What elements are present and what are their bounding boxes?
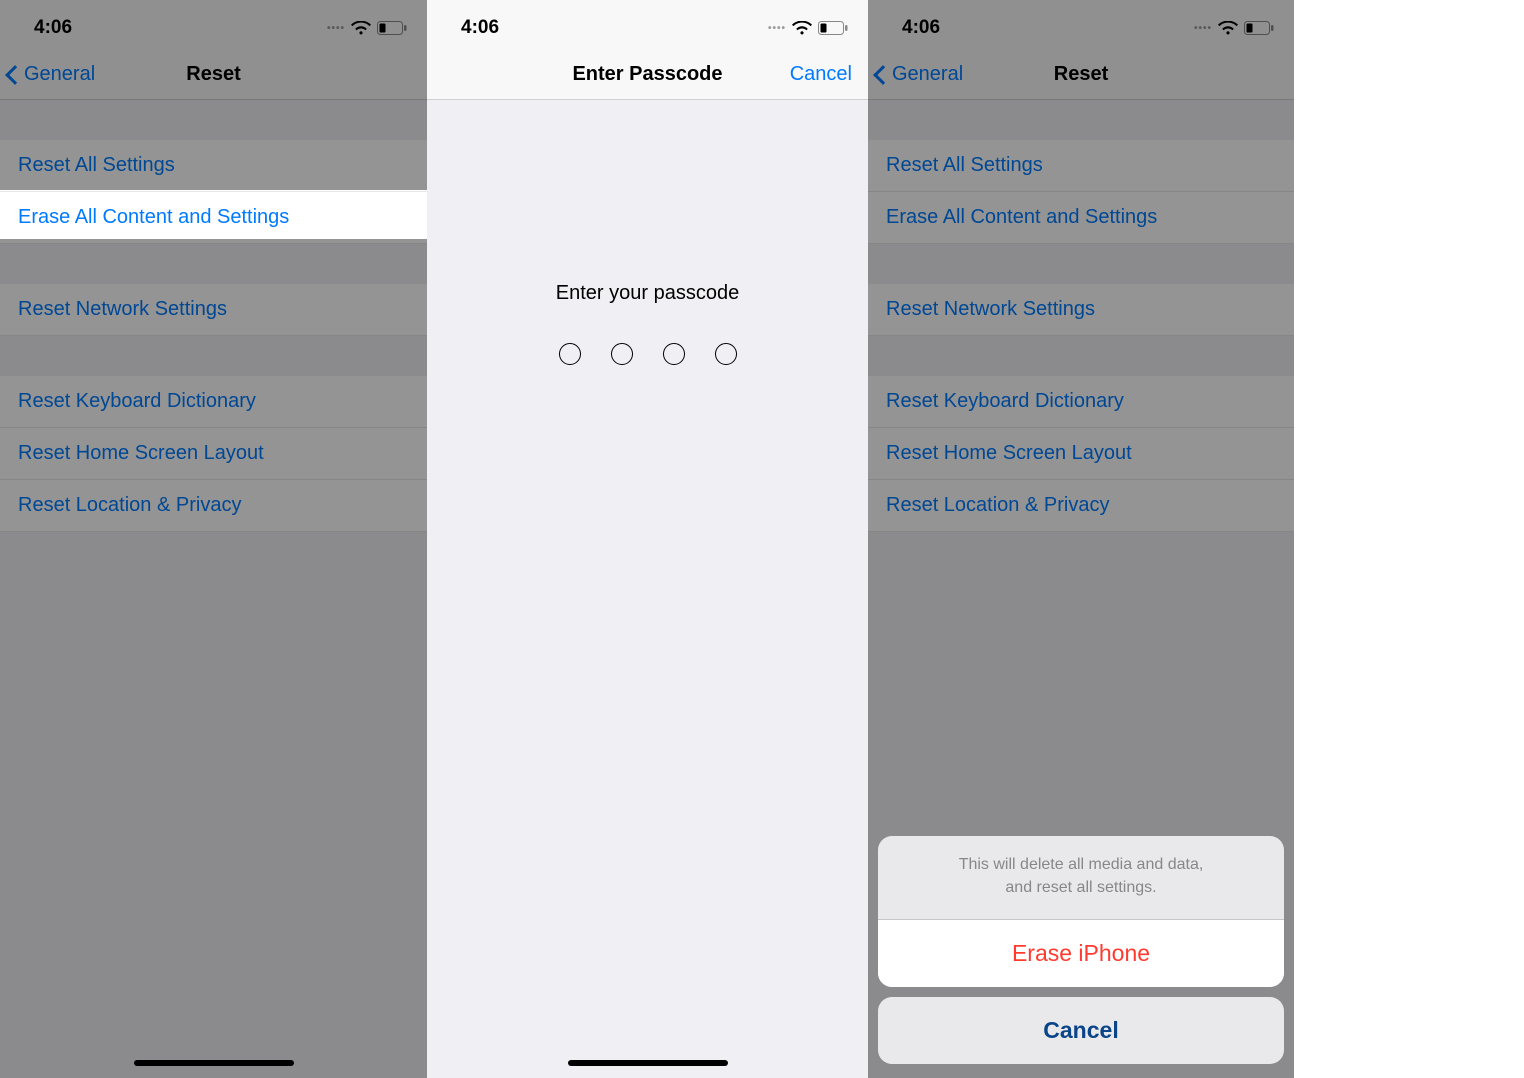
status-right: ••••: [1194, 21, 1274, 36]
chevron-left-icon: [873, 65, 893, 85]
reset-network-item[interactable]: Reset Network Settings: [868, 284, 1294, 336]
battery-icon: [818, 21, 848, 35]
back-label: General: [892, 63, 963, 86]
page-title: Reset: [1054, 63, 1108, 86]
page-title: Enter Passcode: [572, 63, 722, 86]
sheet-message: This will delete all media and data, and…: [878, 836, 1284, 920]
status-bar: 4:06 ••••: [868, 0, 1294, 50]
sheet-message-line2: and reset all settings.: [1005, 879, 1156, 896]
passcode-dot: [611, 343, 633, 365]
sheet-message-line1: This will delete all media and data,: [959, 856, 1204, 873]
wifi-icon: [1218, 21, 1238, 36]
reset-keyboard-item[interactable]: Reset Keyboard Dictionary: [868, 376, 1294, 428]
nav-bar: Enter Passcode Cancel: [427, 50, 868, 100]
passcode-prompt: Enter your passcode: [556, 282, 739, 305]
erase-all-content-item[interactable]: Erase All Content and Settings: [868, 192, 1294, 244]
status-bar: 4:06 ••••: [427, 0, 868, 50]
action-sheet: This will delete all media and data, and…: [878, 836, 1284, 1064]
cellular-icon: ••••: [1194, 23, 1212, 34]
cellular-icon: ••••: [768, 23, 786, 34]
erase-iphone-button[interactable]: Erase iPhone: [878, 920, 1284, 987]
nav-bar: General Reset: [868, 50, 1294, 100]
cancel-button[interactable]: Cancel: [790, 63, 852, 86]
passcode-dot: [663, 343, 685, 365]
sheet-cancel-button[interactable]: Cancel: [878, 997, 1284, 1064]
status-time: 4:06: [902, 17, 940, 39]
battery-icon: [1244, 21, 1274, 35]
passcode-input[interactable]: [559, 343, 737, 365]
status-right: ••••: [768, 21, 848, 36]
status-time: 4:06: [461, 17, 499, 39]
reset-home-item[interactable]: Reset Home Screen Layout: [868, 428, 1294, 480]
passcode-dot: [715, 343, 737, 365]
passcode-dot: [559, 343, 581, 365]
back-button[interactable]: General: [876, 63, 963, 86]
wifi-icon: [792, 21, 812, 36]
reset-location-item[interactable]: Reset Location & Privacy: [868, 480, 1294, 532]
reset-all-settings-item[interactable]: Reset All Settings: [868, 140, 1294, 192]
home-indicator[interactable]: [568, 1060, 728, 1066]
